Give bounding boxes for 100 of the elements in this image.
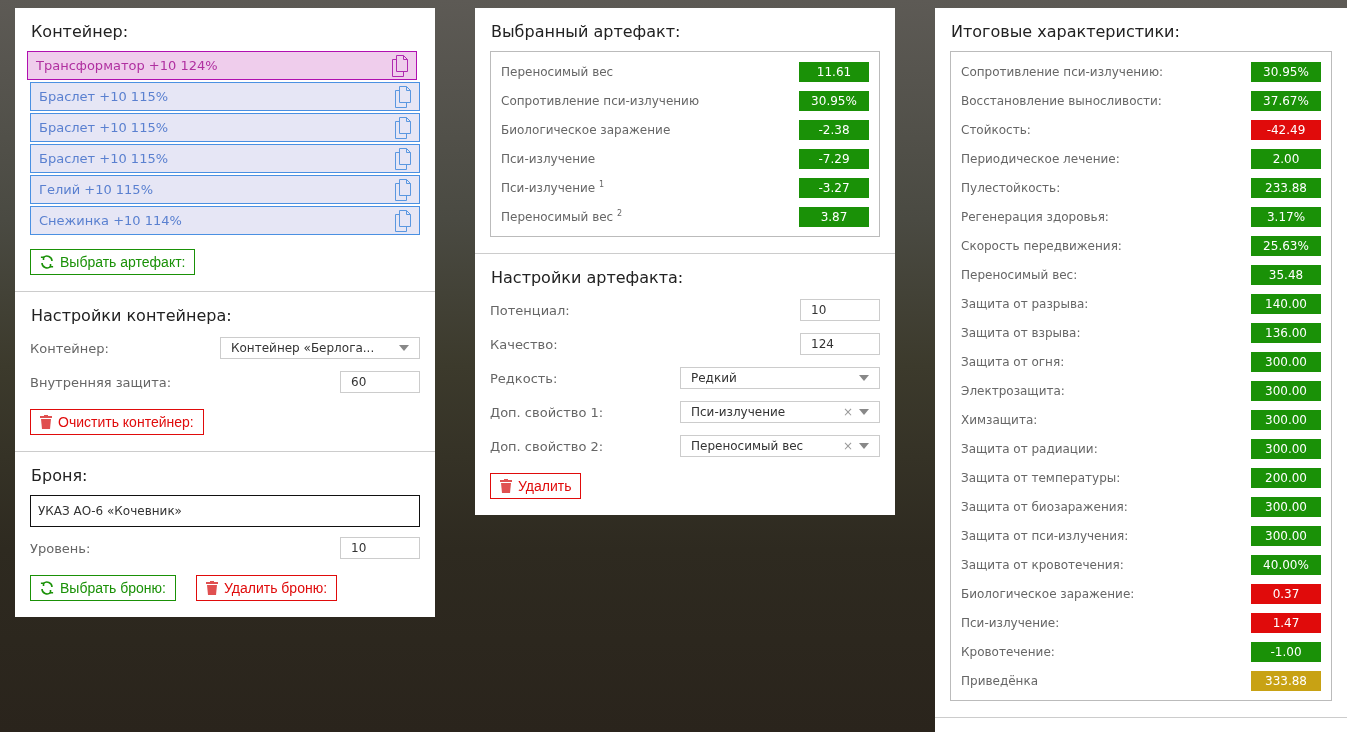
delete-button[interactable]: Удалить <box>490 473 582 499</box>
stat-label: Переносимый вес: <box>961 267 1078 282</box>
artifact-item[interactable]: Браслет +10 115% <box>30 144 420 173</box>
stat-value: 0.37 <box>1251 583 1321 604</box>
trash-icon <box>40 415 52 429</box>
artifact-item[interactable]: Браслет +10 115% <box>30 82 420 111</box>
stat-label: Электрозащита: <box>961 383 1065 398</box>
stat-value: 140.00 <box>1251 293 1321 314</box>
section-title: Настройки контейнера: <box>31 306 232 325</box>
stat-label: Биологическое заражение <box>501 122 671 137</box>
stat-value: 2.00 <box>1251 148 1321 169</box>
caret-icon <box>859 375 869 381</box>
stat-value: -7.29 <box>799 148 869 169</box>
stat-value: 35.48 <box>1251 264 1321 285</box>
stat-label: Сопротивление пси-излучению: <box>961 64 1164 79</box>
stat-value: 30.95% <box>1251 61 1321 82</box>
stat-label: Пси-излучение $^{1}$ <box>501 180 605 195</box>
stat-label: Стойкость: <box>961 122 1031 137</box>
copy-icon[interactable] <box>395 178 411 201</box>
stat-value: 11.61 <box>799 61 869 82</box>
section-title: Выбранный артефакт: <box>491 22 681 41</box>
stat-label: Химзащита: <box>961 412 1038 427</box>
refresh-icon <box>40 255 54 269</box>
stat-label: Восстановление выносливости: <box>961 93 1162 108</box>
armor-field[interactable]: УКАЗ АО-6 «Кочевник» <box>30 495 420 527</box>
stat-label: Пулестойкость: <box>961 180 1061 195</box>
copy-icon[interactable] <box>395 116 411 139</box>
delete-armor-button[interactable]: Удалить броню: <box>196 575 338 601</box>
artifact-item[interactable]: Трансформатор +10 124% <box>27 51 417 80</box>
field-label: Редкость: <box>490 370 558 386</box>
stat-value: 136.00 <box>1251 322 1321 343</box>
select-artifact-button[interactable]: Выбрать артефакт: <box>30 249 196 275</box>
stat-label: Приведёнка <box>961 673 1039 688</box>
clear-container-button[interactable]: Очистить контейнер: <box>30 409 204 435</box>
copy-icon[interactable] <box>392 54 408 77</box>
stat-label: Защита от кровотечения: <box>961 557 1124 572</box>
refresh-icon <box>40 581 54 595</box>
stat-label: Скорость передвижения: <box>961 238 1122 253</box>
select-armor-button[interactable]: Выбрать броню: <box>30 575 176 601</box>
caret-icon <box>399 345 409 351</box>
stat-value: 300.00 <box>1251 496 1321 517</box>
clear-button[interactable]: × <box>842 405 853 419</box>
stat-label: Кровотечение: <box>961 644 1055 659</box>
stat-value: 40.00% <box>1251 554 1321 575</box>
stat-label: Биологическое заражение: <box>961 586 1135 601</box>
artifact-item[interactable]: Браслет +10 115% <box>30 113 420 142</box>
copy-icon[interactable] <box>395 147 411 170</box>
caret-icon <box>859 409 869 415</box>
stat-value: 300.00 <box>1251 525 1321 546</box>
stat-value: 300.00 <box>1251 409 1321 430</box>
caret-icon <box>859 443 869 449</box>
stat-label: Защита от биозаражения: <box>961 499 1128 514</box>
stat-value: 333.88 <box>1251 670 1321 691</box>
stat-value: -1.00 <box>1251 641 1321 662</box>
dropdown[interactable]: Контейнер «Берлога... <box>220 337 420 359</box>
stat-label: Пси-излучение: <box>961 615 1060 630</box>
dropdown[interactable]: Переносимый вес × <box>680 435 880 457</box>
stat-value: 300.00 <box>1251 438 1321 459</box>
trash-icon <box>500 479 512 493</box>
input-field[interactable]: 124 <box>800 333 880 355</box>
field-label: Доп. свойство 1: <box>490 404 604 420</box>
stat-value: 300.00 <box>1251 351 1321 372</box>
stat-value: 3.17% <box>1251 206 1321 227</box>
input-field[interactable]: 10 <box>340 537 420 559</box>
stat-label: Пси-излучение <box>501 151 596 166</box>
clear-button[interactable]: × <box>842 439 853 453</box>
field-label: Контейнер: <box>30 340 109 356</box>
artifact-item[interactable]: Снежинка +10 114% <box>30 206 420 235</box>
stat-value: 37.67% <box>1251 90 1321 111</box>
field-label: Потенциал: <box>490 302 570 318</box>
trash-icon <box>206 581 218 595</box>
stat-label: Защита от разрыва: <box>961 296 1089 311</box>
field-label: Качество: <box>490 336 558 352</box>
input-field[interactable]: 60 <box>340 371 420 393</box>
stat-value: -3.27 <box>799 177 869 198</box>
section-title: Настройки артефакта: <box>491 268 684 287</box>
section-title: Броня: <box>31 466 88 485</box>
stat-label: Защита от радиации: <box>961 441 1098 456</box>
stat-value: -42.49 <box>1251 119 1321 140</box>
stat-label: Регенерация здоровья: <box>961 209 1109 224</box>
stat-value: -2.38 <box>799 119 869 140</box>
section-title: Итоговые характеристики: <box>951 22 1180 41</box>
stat-value: 30.95% <box>799 90 869 111</box>
copy-icon[interactable] <box>395 85 411 108</box>
stat-label: Защита от огня: <box>961 354 1065 369</box>
dropdown[interactable]: Пси-излучение × <box>680 401 880 423</box>
stat-value: 233.88 <box>1251 177 1321 198</box>
field-label: Внутренняя защита: <box>30 374 172 390</box>
stat-value: 3.87 <box>799 206 869 227</box>
copy-icon[interactable] <box>395 209 411 232</box>
input-field[interactable]: 10 <box>800 299 880 321</box>
stat-value: 25.63% <box>1251 235 1321 256</box>
stat-label: Переносимый вес $^{2}$ <box>501 209 623 224</box>
stat-label: Периодическое лечение: <box>961 151 1120 166</box>
stat-label: Защита от взрыва: <box>961 325 1081 340</box>
artifact-item[interactable]: Гелий +10 115% <box>30 175 420 204</box>
stat-label: Защита от пси-излучения: <box>961 528 1129 543</box>
stat-label: Защита от температуры: <box>961 470 1121 485</box>
field-label: Доп. свойство 2: <box>490 438 604 454</box>
dropdown[interactable]: Редкий <box>680 367 880 389</box>
